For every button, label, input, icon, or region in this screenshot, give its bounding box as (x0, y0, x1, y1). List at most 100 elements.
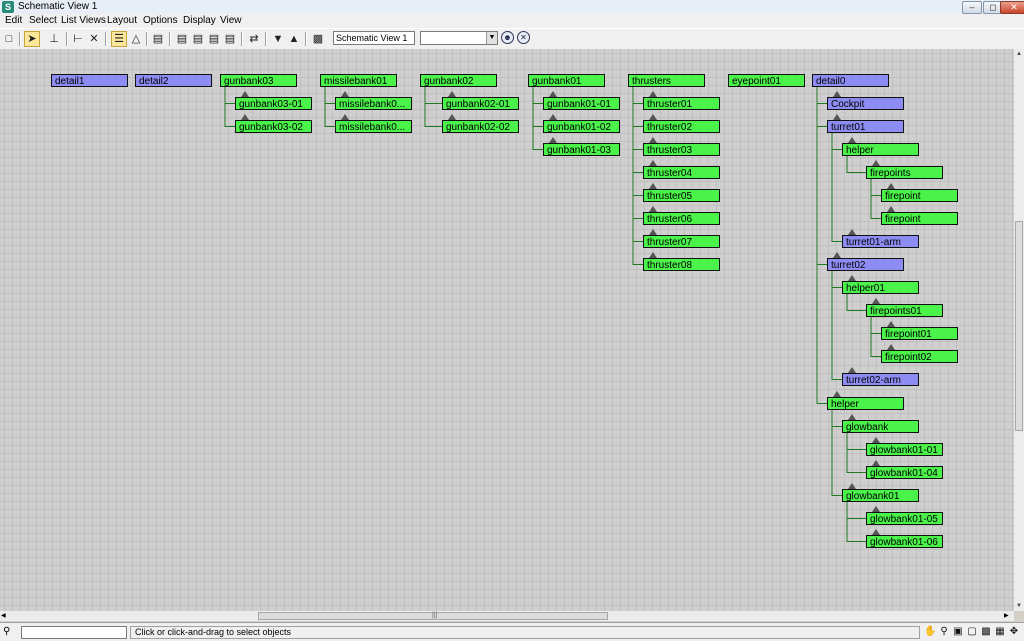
node-cockpit[interactable]: Cockpit (827, 97, 904, 110)
node-firepoint02[interactable]: firepoint02 (881, 350, 958, 363)
collapse-icon[interactable]: ▼ (270, 31, 286, 47)
status-bar: ⚲ Click or click-and-drag to select obje… (0, 622, 1024, 641)
node-gunbank02-01[interactable]: gunbank02-01 (442, 97, 519, 110)
node-gunbank02[interactable]: gunbank02 (420, 74, 497, 87)
search-field[interactable] (21, 626, 127, 639)
node-glowbank01[interactable]: glowbank01 (842, 489, 919, 502)
preferences-icon[interactable]: ▩ (310, 31, 326, 47)
zoom-to-bookmark-icon[interactable]: ☻ (501, 31, 514, 44)
scroll-left-icon[interactable]: ◀ (1, 611, 6, 621)
zoom-extents-selected-icon[interactable]: ▩ (980, 626, 992, 638)
node-thruster08[interactable]: thruster08 (643, 258, 720, 271)
align-top-icon[interactable]: ▤ (174, 31, 190, 47)
node-thruster02[interactable]: thruster02 (643, 120, 720, 133)
align-bottom-icon[interactable]: ▤ (190, 31, 206, 47)
menu-list-views[interactable]: List Views (61, 15, 106, 26)
node-turret02-arm[interactable]: turret02-arm (842, 373, 919, 386)
node-eyepoint01[interactable]: eyepoint01 (728, 74, 805, 87)
node-thruster01[interactable]: thruster01 (643, 97, 720, 110)
node-turret02[interactable]: turret02 (827, 258, 904, 271)
scroll-down-icon[interactable]: ▼ (1014, 601, 1024, 611)
node-label: missilebank0... (339, 122, 406, 133)
expand-icon[interactable]: ▲ (286, 31, 302, 47)
node-gunbank03[interactable]: gunbank03 (220, 74, 297, 87)
chevron-down-icon[interactable]: ▼ (486, 32, 497, 44)
node-turret01[interactable]: turret01 (827, 120, 904, 133)
node-firepoint-2[interactable]: firepoint (881, 212, 958, 225)
zoom-region-icon[interactable]: ▣ (952, 626, 964, 638)
node-glowbank01-06[interactable]: glowbank01-06 (866, 535, 943, 548)
node-glowbank[interactable]: glowbank (842, 420, 919, 433)
search-icon[interactable]: ⚲ (3, 626, 10, 637)
menu-options[interactable]: Options (143, 15, 177, 26)
node-glowbank01-05[interactable]: glowbank01-05 (866, 512, 943, 525)
menu-edit[interactable]: Edit (5, 15, 22, 26)
menu-display[interactable]: Display (183, 15, 216, 26)
node-detail1[interactable]: detail1 (51, 74, 128, 87)
node-missilebank-child-1[interactable]: missilebank0... (335, 97, 412, 110)
node-helper[interactable]: helper (842, 143, 919, 156)
node-gunbank02-02[interactable]: gunbank02-02 (442, 120, 519, 133)
node-thruster03[interactable]: thruster03 (643, 143, 720, 156)
display-floater-list-icon[interactable]: ▤ (150, 31, 166, 47)
node-detail2[interactable]: detail2 (135, 74, 212, 87)
align-right-icon[interactable]: ▤ (222, 31, 238, 47)
pan-hand-icon[interactable]: ✋ (924, 626, 936, 638)
node-gunbank03-01[interactable]: gunbank03-01 (235, 97, 312, 110)
zoom-extents-icon[interactable]: ▢ (966, 626, 978, 638)
hierarchy-wire (846, 502, 866, 519)
minimize-icon[interactable]: – (962, 1, 982, 14)
arrange-children-icon[interactable]: ⇄ (246, 31, 262, 47)
scroll-right-icon[interactable]: ▶ (1004, 611, 1009, 621)
pan-icon[interactable]: ✥ (1008, 626, 1020, 638)
select-arrow-icon[interactable]: ➤ (24, 31, 40, 47)
hierarchy-wire (831, 133, 842, 150)
vertical-scrollbar[interactable]: ▲ ▼ (1014, 49, 1024, 611)
node-glowbank01-01[interactable]: glowbank01-01 (866, 443, 943, 456)
node-gunbank03-02[interactable]: gunbank03-02 (235, 120, 312, 133)
node-glowbank01-04[interactable]: glowbank01-04 (866, 466, 943, 479)
hierarchy-wire (816, 87, 827, 404)
delete-bookmark-icon[interactable]: ✕ (517, 31, 530, 44)
zoom-icon[interactable]: ⚲ (938, 626, 950, 638)
align-left-icon[interactable]: ▤ (206, 31, 222, 47)
node-firepoints01[interactable]: firepoints01 (866, 304, 943, 317)
toolbar-separator (241, 32, 243, 46)
node-thruster07[interactable]: thruster07 (643, 235, 720, 248)
node-missilebank01[interactable]: missilebank01 (320, 74, 397, 87)
node-firepoint01[interactable]: firepoint01 (881, 327, 958, 340)
node-label: thruster03 (647, 145, 693, 156)
node-gunbank01-01[interactable]: gunbank01-01 (543, 97, 620, 110)
zoom-selected-icon[interactable]: ▦ (994, 626, 1006, 638)
menu-view[interactable]: View (220, 15, 242, 26)
display-floater-icon[interactable]: □ (1, 31, 17, 47)
node-detail0[interactable]: detail0 (812, 74, 889, 87)
close-icon[interactable]: ✕ (1000, 1, 1024, 14)
node-gunbank01-02[interactable]: gunbank01-02 (543, 120, 620, 133)
node-helper-2[interactable]: helper (827, 397, 904, 410)
node-firepoints[interactable]: firepoints (866, 166, 943, 179)
scroll-up-icon[interactable]: ▲ (1014, 49, 1024, 59)
menu-layout[interactable]: Layout (107, 15, 137, 26)
vertical-scroll-thumb[interactable] (1015, 221, 1023, 431)
node-thruster06[interactable]: thruster06 (643, 212, 720, 225)
horizontal-scrollbar[interactable]: ◀ ||| ▶ (0, 611, 1014, 621)
delete-objects-icon[interactable]: ✕ (86, 31, 102, 47)
bookmark-dropdown[interactable]: ▼ (420, 31, 498, 45)
node-firepoint-1[interactable]: firepoint (881, 189, 958, 202)
menu-select[interactable]: Select (29, 15, 57, 26)
schematic-canvas[interactable]: detail1 detail2 gunbank03 gunbank03-01 g… (0, 49, 1014, 611)
hierarchy-mode-icon[interactable]: ☰ (111, 31, 127, 47)
view-name-field[interactable]: Schematic View 1 (333, 31, 415, 45)
unlink-selected-icon[interactable]: ⊢ (70, 31, 86, 47)
node-thruster04[interactable]: thruster04 (643, 166, 720, 179)
connect-icon[interactable]: ⊥ (46, 31, 62, 47)
node-thrusters[interactable]: thrusters (628, 74, 705, 87)
node-helper01[interactable]: helper01 (842, 281, 919, 294)
node-thruster05[interactable]: thruster05 (643, 189, 720, 202)
node-gunbank01-03[interactable]: gunbank01-03 (543, 143, 620, 156)
node-turret01-arm[interactable]: turret01-arm (842, 235, 919, 248)
node-missilebank-child-2[interactable]: missilebank0... (335, 120, 412, 133)
references-mode-icon[interactable]: △ (128, 31, 144, 47)
node-gunbank01[interactable]: gunbank01 (528, 74, 605, 87)
